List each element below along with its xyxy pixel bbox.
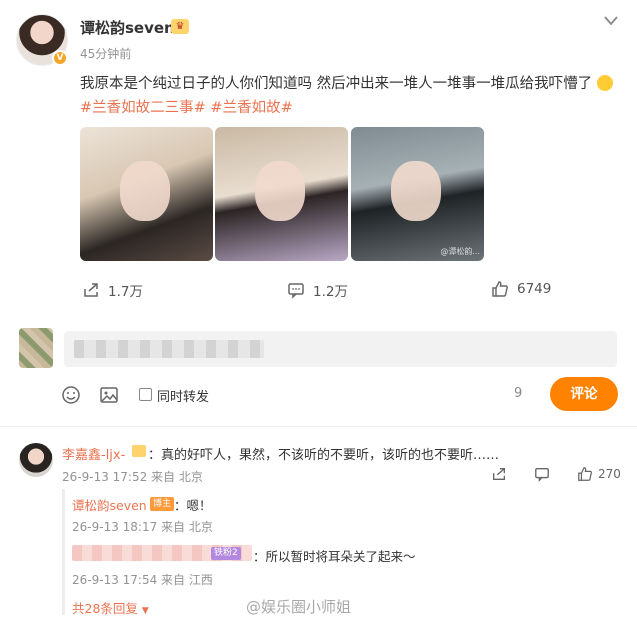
- commenter-name[interactable]: 李嘉鑫-ljx-: [62, 444, 125, 463]
- like-button[interactable]: 6749: [491, 280, 551, 298]
- hashtag-link[interactable]: #兰香如故#: [210, 100, 292, 116]
- comment-share-icon[interactable]: [491, 466, 507, 485]
- commenter-avatar[interactable]: [19, 443, 53, 477]
- forward-button[interactable]: 1.7万: [82, 280, 143, 300]
- post-image-3[interactable]: @谭松韵...: [351, 127, 484, 261]
- forward-checkbox[interactable]: [139, 388, 152, 401]
- thumbs-up-icon: [578, 467, 593, 481]
- input-placeholder-blur: [74, 340, 264, 358]
- photo-subject: [391, 161, 441, 221]
- more-replies-link[interactable]: 共28条回复 ▼: [72, 598, 149, 617]
- comment-count: 1.2万: [313, 284, 348, 300]
- comment-like-count: 270: [598, 467, 621, 481]
- crown-icon: [132, 445, 146, 457]
- reply-meta: 26-9-13 18:17 来自 北京: [72, 520, 213, 534]
- reply-text: ：所以暂时将耳朵关了起来～: [253, 549, 416, 564]
- comment-text: ：真的好吓人，果然，不该听的不要听，该听的也不要听……: [148, 448, 500, 463]
- reply-text: ：嗯！: [174, 498, 212, 513]
- post-image-2[interactable]: [215, 127, 348, 261]
- hashtag-link[interactable]: #兰香如故二三事#: [80, 100, 206, 116]
- author-name[interactable]: 谭松韵seven: [80, 17, 175, 38]
- forward-count: 1.7万: [108, 284, 143, 300]
- chevron-down-icon[interactable]: [604, 14, 618, 30]
- more-replies-label: 共28条回复: [72, 601, 138, 616]
- crown-icon: ♛: [171, 19, 189, 34]
- image-upload-icon[interactable]: [99, 385, 119, 405]
- verified-badge-icon: V: [52, 50, 68, 66]
- divider: [0, 426, 637, 427]
- char-counter: 9: [514, 386, 523, 401]
- submit-comment-button[interactable]: 评论: [550, 377, 618, 411]
- photo-watermark: @谭松韵...: [440, 247, 480, 256]
- comment-like-button[interactable]: 270: [577, 466, 621, 482]
- comment-reply-icon[interactable]: [534, 466, 550, 485]
- photo-subject: [255, 161, 305, 221]
- photo-subject: [120, 161, 170, 221]
- thumbs-up-icon: [492, 281, 508, 297]
- forward-icon: [84, 283, 98, 297]
- post-time[interactable]: 45分钟前: [80, 45, 131, 62]
- forward-checkbox-label: 同时转发: [157, 390, 210, 405]
- post-text: 我原本是个纯过日子的人你们知道吗 然后冲出来一堆人一堆事一堆瓜给我吓懵了 #兰香…: [80, 72, 620, 120]
- comment-meta: 26-9-13 17:52 来自 北京: [62, 470, 203, 484]
- reply-meta: 26-9-13 17:54 来自 江西: [72, 573, 213, 587]
- fan-badge: 铁粉2: [211, 547, 241, 560]
- caret-down-icon: ▼: [141, 606, 149, 616]
- like-count: 6749: [517, 281, 552, 297]
- post-body: 我原本是个纯过日子的人你们知道吗 然后冲出来一堆人一堆事一堆瓜给我吓懵了: [80, 76, 593, 92]
- comment-icon: [288, 283, 304, 299]
- author-badge: 博主: [150, 497, 175, 511]
- watermark: @娱乐圈小师姐: [246, 598, 352, 616]
- emoji-icon[interactable]: [61, 385, 81, 405]
- my-avatar: [19, 328, 53, 368]
- reply-author[interactable]: 谭松韵seven: [72, 495, 147, 514]
- comment-button[interactable]: 1.2万: [287, 280, 348, 300]
- post-image-1[interactable]: [80, 127, 213, 261]
- shocked-emoji-icon: [596, 75, 613, 91]
